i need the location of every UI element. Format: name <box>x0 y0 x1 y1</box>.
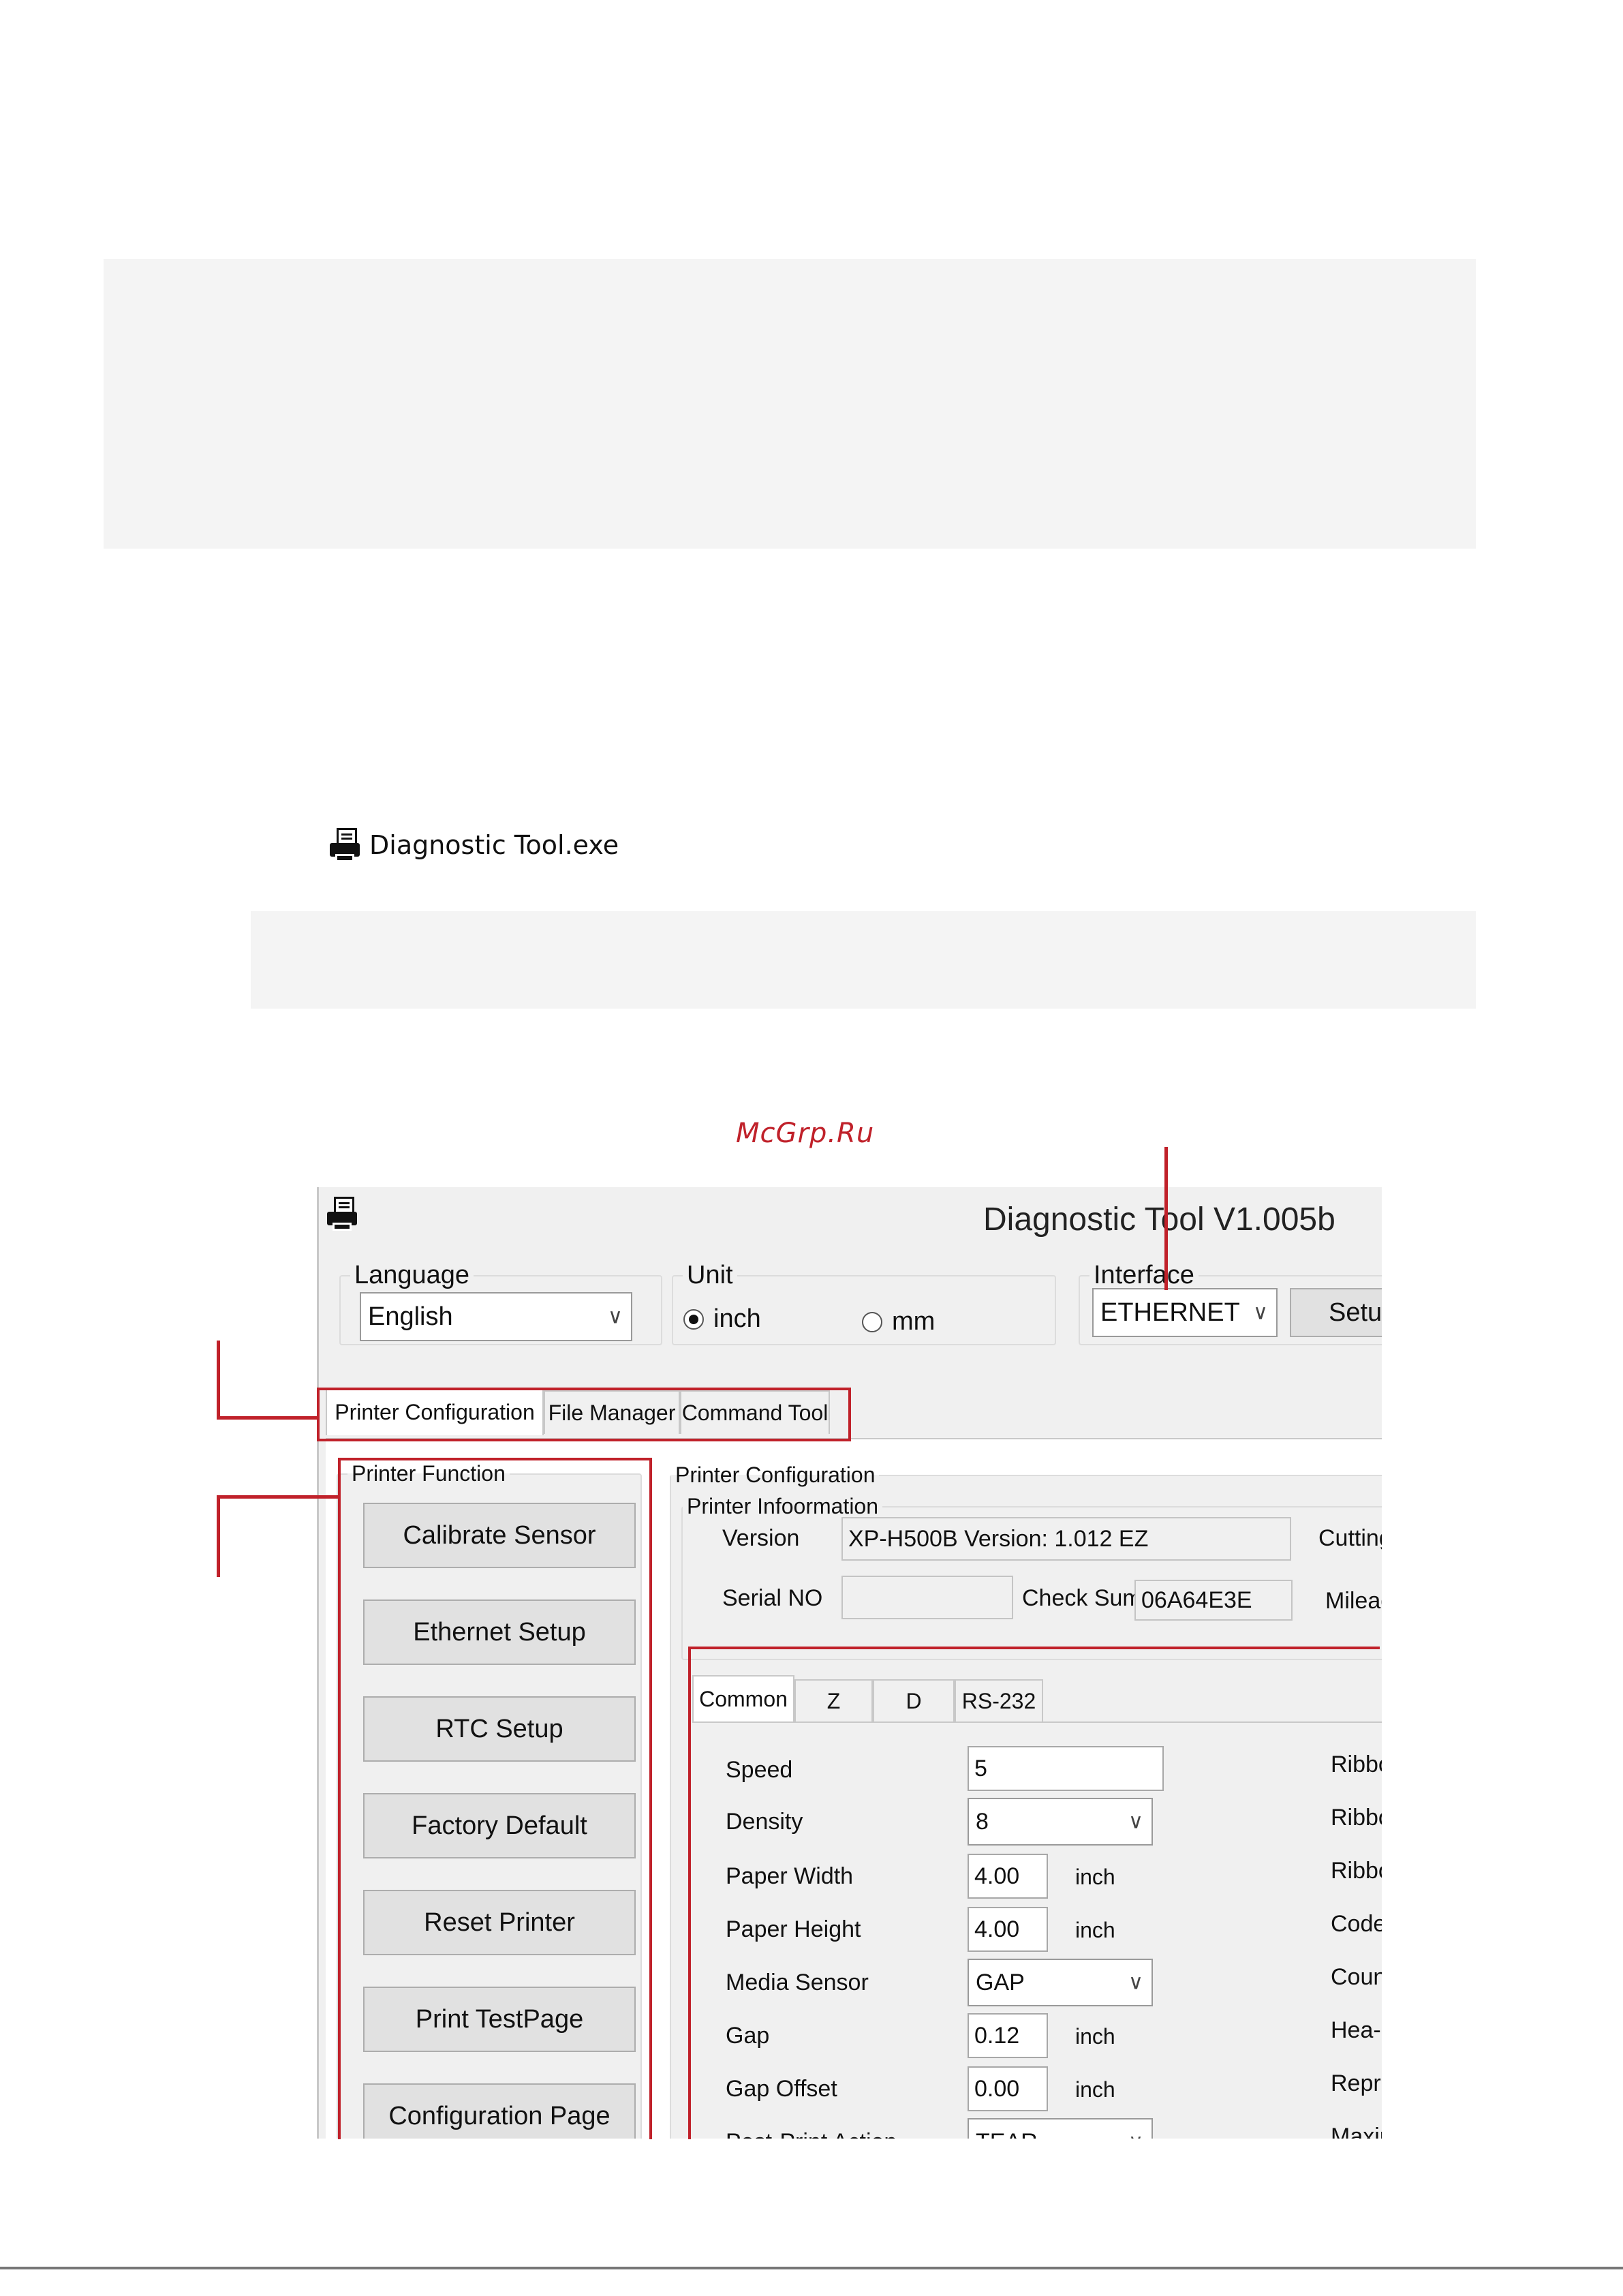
unit-label: Unit <box>687 1261 733 1289</box>
file-name: Diagnostic Tool.exe <box>369 830 619 860</box>
version-field: XP-H500B Version: 1.012 EZ <box>841 1517 1291 1561</box>
window-title: Diagnostic Tool V1.005b <box>983 1201 1335 1238</box>
serial-no-field <box>841 1576 1013 1619</box>
interface-value: ETHERNET <box>1100 1298 1240 1327</box>
radio-selected-icon <box>683 1308 704 1330</box>
common-settings-highlight-box <box>688 1647 1380 2139</box>
serial-no-label: Serial NO <box>722 1585 823 1611</box>
printer-icon <box>330 828 360 862</box>
unit-radio-inch[interactable]: inch <box>683 1304 761 1334</box>
interface-setup-button[interactable]: Setu <box>1290 1288 1382 1337</box>
interface-select[interactable]: ETHERNET ∨ <box>1092 1288 1278 1337</box>
gray-text-block-1 <box>104 259 1476 549</box>
interface-label: Interface <box>1094 1261 1194 1289</box>
printer-information-label: Printer Infoormation <box>687 1494 879 1518</box>
language-label: Language <box>354 1261 470 1289</box>
check-sum-field: 06A64E3E <box>1134 1580 1293 1621</box>
page-bottom-rule <box>0 2267 1623 2269</box>
function-pointer-horizontal <box>217 1495 339 1499</box>
printer-configuration-label: Printer Configuration <box>675 1463 876 1487</box>
chevron-down-icon: ∨ <box>1253 1301 1268 1324</box>
function-pointer-vertical <box>217 1495 220 1577</box>
cutting-label: Cutting <box>1318 1525 1382 1551</box>
title-bar: Diagnostic Tool V1.005b <box>319 1187 1382 1247</box>
gray-text-block-2 <box>251 911 1476 1009</box>
radio-unselected-icon <box>862 1311 882 1332</box>
printer-function-highlight-box <box>338 1458 652 2139</box>
printer-icon <box>327 1197 357 1231</box>
tabs-pointer-vertical <box>217 1341 220 1420</box>
check-sum-label: Check Sum <box>1022 1585 1142 1611</box>
interface-pointer-line <box>1164 1147 1168 1290</box>
language-select[interactable]: English ∨ <box>360 1292 632 1341</box>
language-value: English <box>368 1302 453 1331</box>
chevron-down-icon: ∨ <box>608 1305 623 1328</box>
tabs-pointer-horizontal <box>217 1416 319 1420</box>
unit-radio-mm[interactable]: mm <box>862 1307 935 1336</box>
tabs-highlight-box <box>317 1388 851 1441</box>
unit-option-inch: inch <box>713 1304 761 1333</box>
diagnostic-tool-file[interactable]: Diagnostic Tool.exe <box>330 825 619 866</box>
unit-option-mm: mm <box>892 1307 936 1336</box>
version-label: Version <box>722 1525 800 1551</box>
watermark: McGrp.Ru <box>736 1118 875 1149</box>
mileage-label: Mileag <box>1325 1588 1382 1614</box>
